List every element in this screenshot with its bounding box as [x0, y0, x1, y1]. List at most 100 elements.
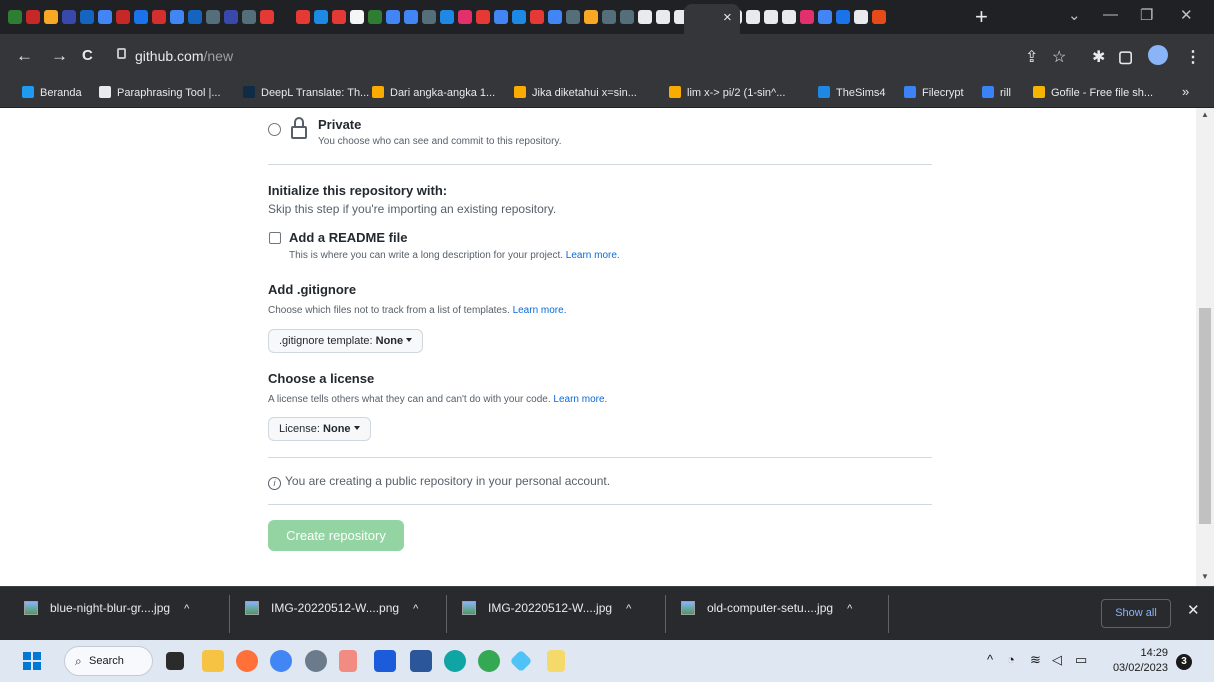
close-window-button[interactable]: ✕: [1180, 6, 1193, 24]
download-item[interactable]: old-computer-setu....jpg ^: [681, 601, 852, 629]
network-status-icon[interactable]: ◔: [1007, 652, 1015, 667]
taskbar-search[interactable]: ⌕ Search: [64, 646, 153, 676]
tab-favicon-icon[interactable]: [188, 9, 202, 24]
tab-favicon-icon[interactable]: [494, 9, 508, 24]
tab-favicon-icon[interactable]: [584, 9, 598, 24]
back-button[interactable]: ←: [16, 46, 33, 66]
tab-favicon-icon[interactable]: [152, 9, 166, 24]
download-menu-chevron-icon[interactable]: ^: [847, 603, 852, 615]
tab-favicons[interactable]: [6, 8, 940, 26]
tab-favicon-icon[interactable]: [656, 9, 670, 24]
tab-close-icon[interactable]: ×: [723, 9, 732, 26]
reload-button[interactable]: C: [82, 47, 93, 64]
tab-favicon-icon[interactable]: [170, 9, 184, 24]
gitignore-template-dropdown[interactable]: .gitignore template: None: [268, 329, 424, 353]
tab-favicon-icon[interactable]: [350, 9, 364, 24]
tab-favicon-icon[interactable]: [782, 9, 796, 24]
url-text[interactable]: github.com/new: [135, 48, 233, 64]
bookmark-item[interactable]: TheSims4: [818, 86, 886, 99]
volume-icon[interactable]: ◁: [1052, 652, 1062, 668]
bookmark-item[interactable]: Filecrypt: [904, 86, 964, 99]
tab-favicon-icon[interactable]: [836, 9, 850, 24]
bookmark-item[interactable]: Gofile - Free file sh...: [1033, 86, 1153, 99]
download-menu-chevron-icon[interactable]: ^: [626, 603, 631, 615]
download-item[interactable]: blue-night-blur-gr....jpg ^: [24, 601, 189, 629]
download-item[interactable]: IMG-20220512-W....png ^: [245, 601, 418, 629]
bookmark-item[interactable]: Paraphrasing Tool |...: [99, 86, 221, 99]
notification-badge[interactable]: 3: [1176, 654, 1192, 670]
tab-favicon-icon[interactable]: [548, 9, 562, 24]
address-bar[interactable]: github.com/new: [110, 41, 1008, 71]
tab-favicon-icon[interactable]: [242, 9, 256, 24]
word-icon[interactable]: [410, 650, 432, 672]
tab-search-icon[interactable]: ⌄: [1068, 6, 1081, 24]
battery-icon[interactable]: ▭: [1075, 652, 1087, 668]
private-title[interactable]: Private: [318, 117, 361, 132]
readme-checkbox[interactable]: [269, 232, 281, 244]
tab-favicon-icon[interactable]: [818, 9, 832, 24]
clock[interactable]: 14:29 03/02/2023: [1110, 646, 1168, 676]
app-n-icon[interactable]: [374, 650, 396, 672]
tab-favicon-icon[interactable]: [134, 9, 148, 24]
tab-favicon-icon[interactable]: [530, 9, 544, 24]
tab-favicon-icon[interactable]: [746, 9, 760, 24]
tab-favicon-icon[interactable]: [602, 9, 616, 24]
scroll-down-arrow-icon[interactable]: ▼: [1201, 572, 1209, 581]
bookmark-item[interactable]: rill: [982, 86, 1011, 99]
bookmark-item[interactable]: Dari angka-angka 1...: [372, 86, 495, 99]
bookmarks-overflow-button[interactable]: »: [1182, 84, 1189, 99]
tab-favicon-icon[interactable]: [458, 9, 472, 24]
share-icon[interactable]: ⇪: [1025, 47, 1038, 67]
forward-button[interactable]: →: [51, 46, 68, 66]
scroll-up-arrow-icon[interactable]: ▲: [1201, 110, 1209, 119]
app-diamond-icon[interactable]: [509, 649, 533, 673]
tab-favicon-icon[interactable]: [566, 9, 580, 24]
notepad-icon[interactable]: [547, 650, 565, 672]
browser-menu-icon[interactable]: ⋮: [1185, 47, 1201, 67]
tab-favicon-icon[interactable]: [440, 9, 454, 24]
settings-gear-icon[interactable]: [305, 650, 327, 672]
file-explorer-icon[interactable]: [202, 650, 224, 672]
tab-favicon-icon[interactable]: [98, 9, 112, 24]
tab-favicon-icon[interactable]: [80, 9, 94, 24]
extensions-icon[interactable]: ✱: [1092, 47, 1105, 67]
tray-chevron-icon[interactable]: ^: [987, 652, 993, 667]
lock-icon[interactable]: [117, 48, 126, 59]
tab-favicon-icon[interactable]: [116, 9, 130, 24]
tab-favicon-icon[interactable]: [404, 9, 418, 24]
wifi-icon[interactable]: ≋: [1030, 652, 1041, 668]
tab-favicon-icon[interactable]: [512, 9, 526, 24]
tab-favicon-icon[interactable]: [26, 9, 40, 24]
bookmark-star-icon[interactable]: ☆: [1052, 47, 1066, 67]
tab-favicon-icon[interactable]: [332, 9, 346, 24]
tab-favicon-icon[interactable]: [476, 9, 490, 24]
license-learn-more-link[interactable]: Learn more.: [553, 394, 607, 405]
tab-favicon-icon[interactable]: [800, 9, 814, 24]
tab-favicon-icon[interactable]: [62, 9, 76, 24]
readme-learn-more-link[interactable]: Learn more.: [566, 250, 620, 261]
tab-favicon-icon[interactable]: [620, 9, 634, 24]
tab-favicon-icon[interactable]: [368, 9, 382, 24]
tab-favicon-icon[interactable]: [206, 9, 220, 24]
tab-favicon-icon[interactable]: [278, 9, 292, 24]
restore-button[interactable]: ❐: [1140, 6, 1153, 24]
readme-label[interactable]: Add a README file: [289, 230, 407, 245]
bookmark-item[interactable]: lim x-> pi/2 (1-sin^...: [669, 86, 785, 99]
tab-favicon-icon[interactable]: [764, 9, 778, 24]
download-menu-chevron-icon[interactable]: ^: [184, 603, 189, 615]
tab-favicon-icon[interactable]: [422, 9, 436, 24]
chrome-canary-icon[interactable]: [270, 650, 292, 672]
download-item[interactable]: IMG-20220512-W....jpg ^: [462, 601, 631, 629]
private-radio[interactable]: [268, 123, 281, 136]
tab-favicon-icon[interactable]: [224, 9, 238, 24]
git-icon[interactable]: [339, 650, 357, 672]
gitignore-learn-more-link[interactable]: Learn more.: [513, 305, 567, 316]
profile-avatar[interactable]: [1148, 45, 1168, 65]
tab-favicon-icon[interactable]: [260, 9, 274, 24]
edge-icon[interactable]: [444, 650, 466, 672]
start-button[interactable]: [23, 652, 41, 670]
side-panel-icon[interactable]: ▢: [1118, 47, 1133, 67]
scroll-thumb[interactable]: [1199, 308, 1211, 524]
close-download-shelf-icon[interactable]: ✕: [1187, 601, 1200, 619]
tab-favicon-icon[interactable]: [44, 9, 58, 24]
